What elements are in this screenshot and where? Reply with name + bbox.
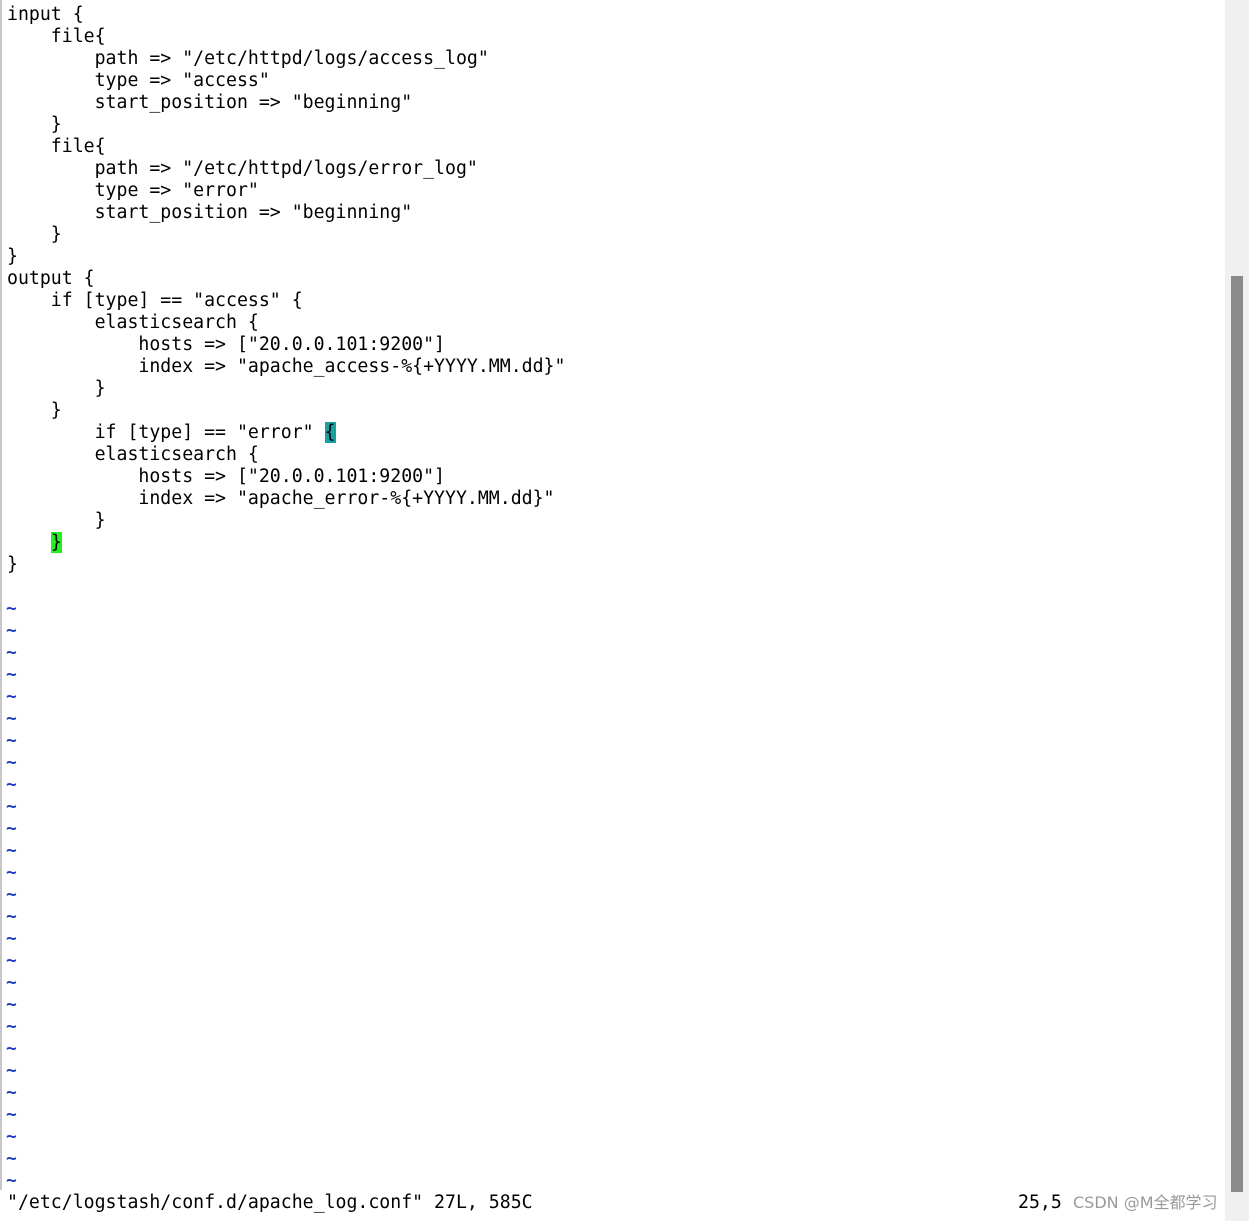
empty-line-marker: ~ <box>6 1148 17 1169</box>
empty-line-marker: ~ <box>6 664 17 685</box>
empty-line-marker: ~ <box>6 1170 17 1191</box>
code-line-2: file{ <box>7 26 106 47</box>
matching-bracket: } <box>50 532 62 553</box>
code-line-26: } <box>7 554 18 575</box>
empty-line-marker: ~ <box>6 862 17 883</box>
code-line-11: } <box>7 224 62 245</box>
empty-line-marker: ~ <box>6 884 17 905</box>
empty-line-marker: ~ <box>6 950 17 971</box>
code-line-18: } <box>7 378 106 399</box>
watermark: CSDN @M全都学习 <box>1073 1193 1218 1212</box>
code-line-14: if [type] == "access" { <box>7 290 303 311</box>
empty-line-marker: ~ <box>6 1126 17 1147</box>
empty-line-marker: ~ <box>6 1082 17 1103</box>
code-line-16: hosts => ["20.0.0.101:9200"] <box>7 334 445 355</box>
empty-line-marker: ~ <box>6 928 17 949</box>
code-line-15: elasticsearch { <box>7 312 259 333</box>
vim-editor[interactable]: input { file{ path => "/etc/httpd/logs/a… <box>0 0 1225 1221</box>
code-line-6: } <box>7 114 62 135</box>
code-line-23: index => "apache_error-%{+YYYY.MM.dd}" <box>7 488 555 509</box>
empty-line-marker: ~ <box>6 818 17 839</box>
cursor-bracket: { <box>324 422 336 443</box>
terminal-window: input { file{ path => "/etc/httpd/logs/a… <box>0 0 1249 1221</box>
empty-line-marker: ~ <box>6 730 17 751</box>
empty-line-marker: ~ <box>6 708 17 729</box>
code-line-12: } <box>7 246 18 267</box>
empty-line-marker: ~ <box>6 972 17 993</box>
code-line-22: hosts => ["20.0.0.101:9200"] <box>7 466 445 487</box>
code-line-19: } <box>7 400 62 421</box>
empty-line-marker: ~ <box>6 994 17 1015</box>
code-line-9: type => "error" <box>7 180 259 201</box>
status-cursor-position: 25,5 <box>1018 1192 1062 1213</box>
empty-line-marker: ~ <box>6 620 17 641</box>
empty-line-marker: ~ <box>6 752 17 773</box>
code-line-13: output { <box>7 268 95 289</box>
empty-line-marker: ~ <box>6 1038 17 1059</box>
code-line-1: input { <box>7 4 84 25</box>
code-line-17: index => "apache_access-%{+YYYY.MM.dd}" <box>7 356 566 377</box>
code-line-25: } <box>7 532 62 554</box>
code-line-25-text <box>7 532 51 553</box>
code-line-4: type => "access" <box>7 70 270 91</box>
code-line-7: file{ <box>7 136 106 157</box>
code-line-24: } <box>7 510 106 531</box>
code-line-20: if [type] == "error" { <box>7 422 336 444</box>
code-line-20-text: if [type] == "error" <box>7 422 325 443</box>
empty-line-marker: ~ <box>6 598 17 619</box>
left-border <box>0 0 2 1190</box>
empty-line-marker: ~ <box>6 774 17 795</box>
empty-line-marker: ~ <box>6 642 17 663</box>
empty-line-marker: ~ <box>6 906 17 927</box>
empty-line-marker: ~ <box>6 1016 17 1037</box>
empty-line-marker: ~ <box>6 796 17 817</box>
vertical-scrollbar[interactable] <box>1225 0 1249 1221</box>
code-line-5: start_position => "beginning" <box>7 92 413 113</box>
code-line-10: start_position => "beginning" <box>7 202 413 223</box>
empty-line-marker: ~ <box>6 840 17 861</box>
status-file-info: "/etc/logstash/conf.d/apache_log.conf" 2… <box>7 1192 533 1213</box>
code-line-3: path => "/etc/httpd/logs/access_log" <box>7 48 489 69</box>
empty-line-marker: ~ <box>6 686 17 707</box>
empty-line-marker: ~ <box>6 1104 17 1125</box>
scrollbar-thumb[interactable] <box>1231 276 1243 1192</box>
empty-line-marker: ~ <box>6 1060 17 1081</box>
code-line-8: path => "/etc/httpd/logs/error_log" <box>7 158 478 179</box>
code-line-21: elasticsearch { <box>7 444 259 465</box>
